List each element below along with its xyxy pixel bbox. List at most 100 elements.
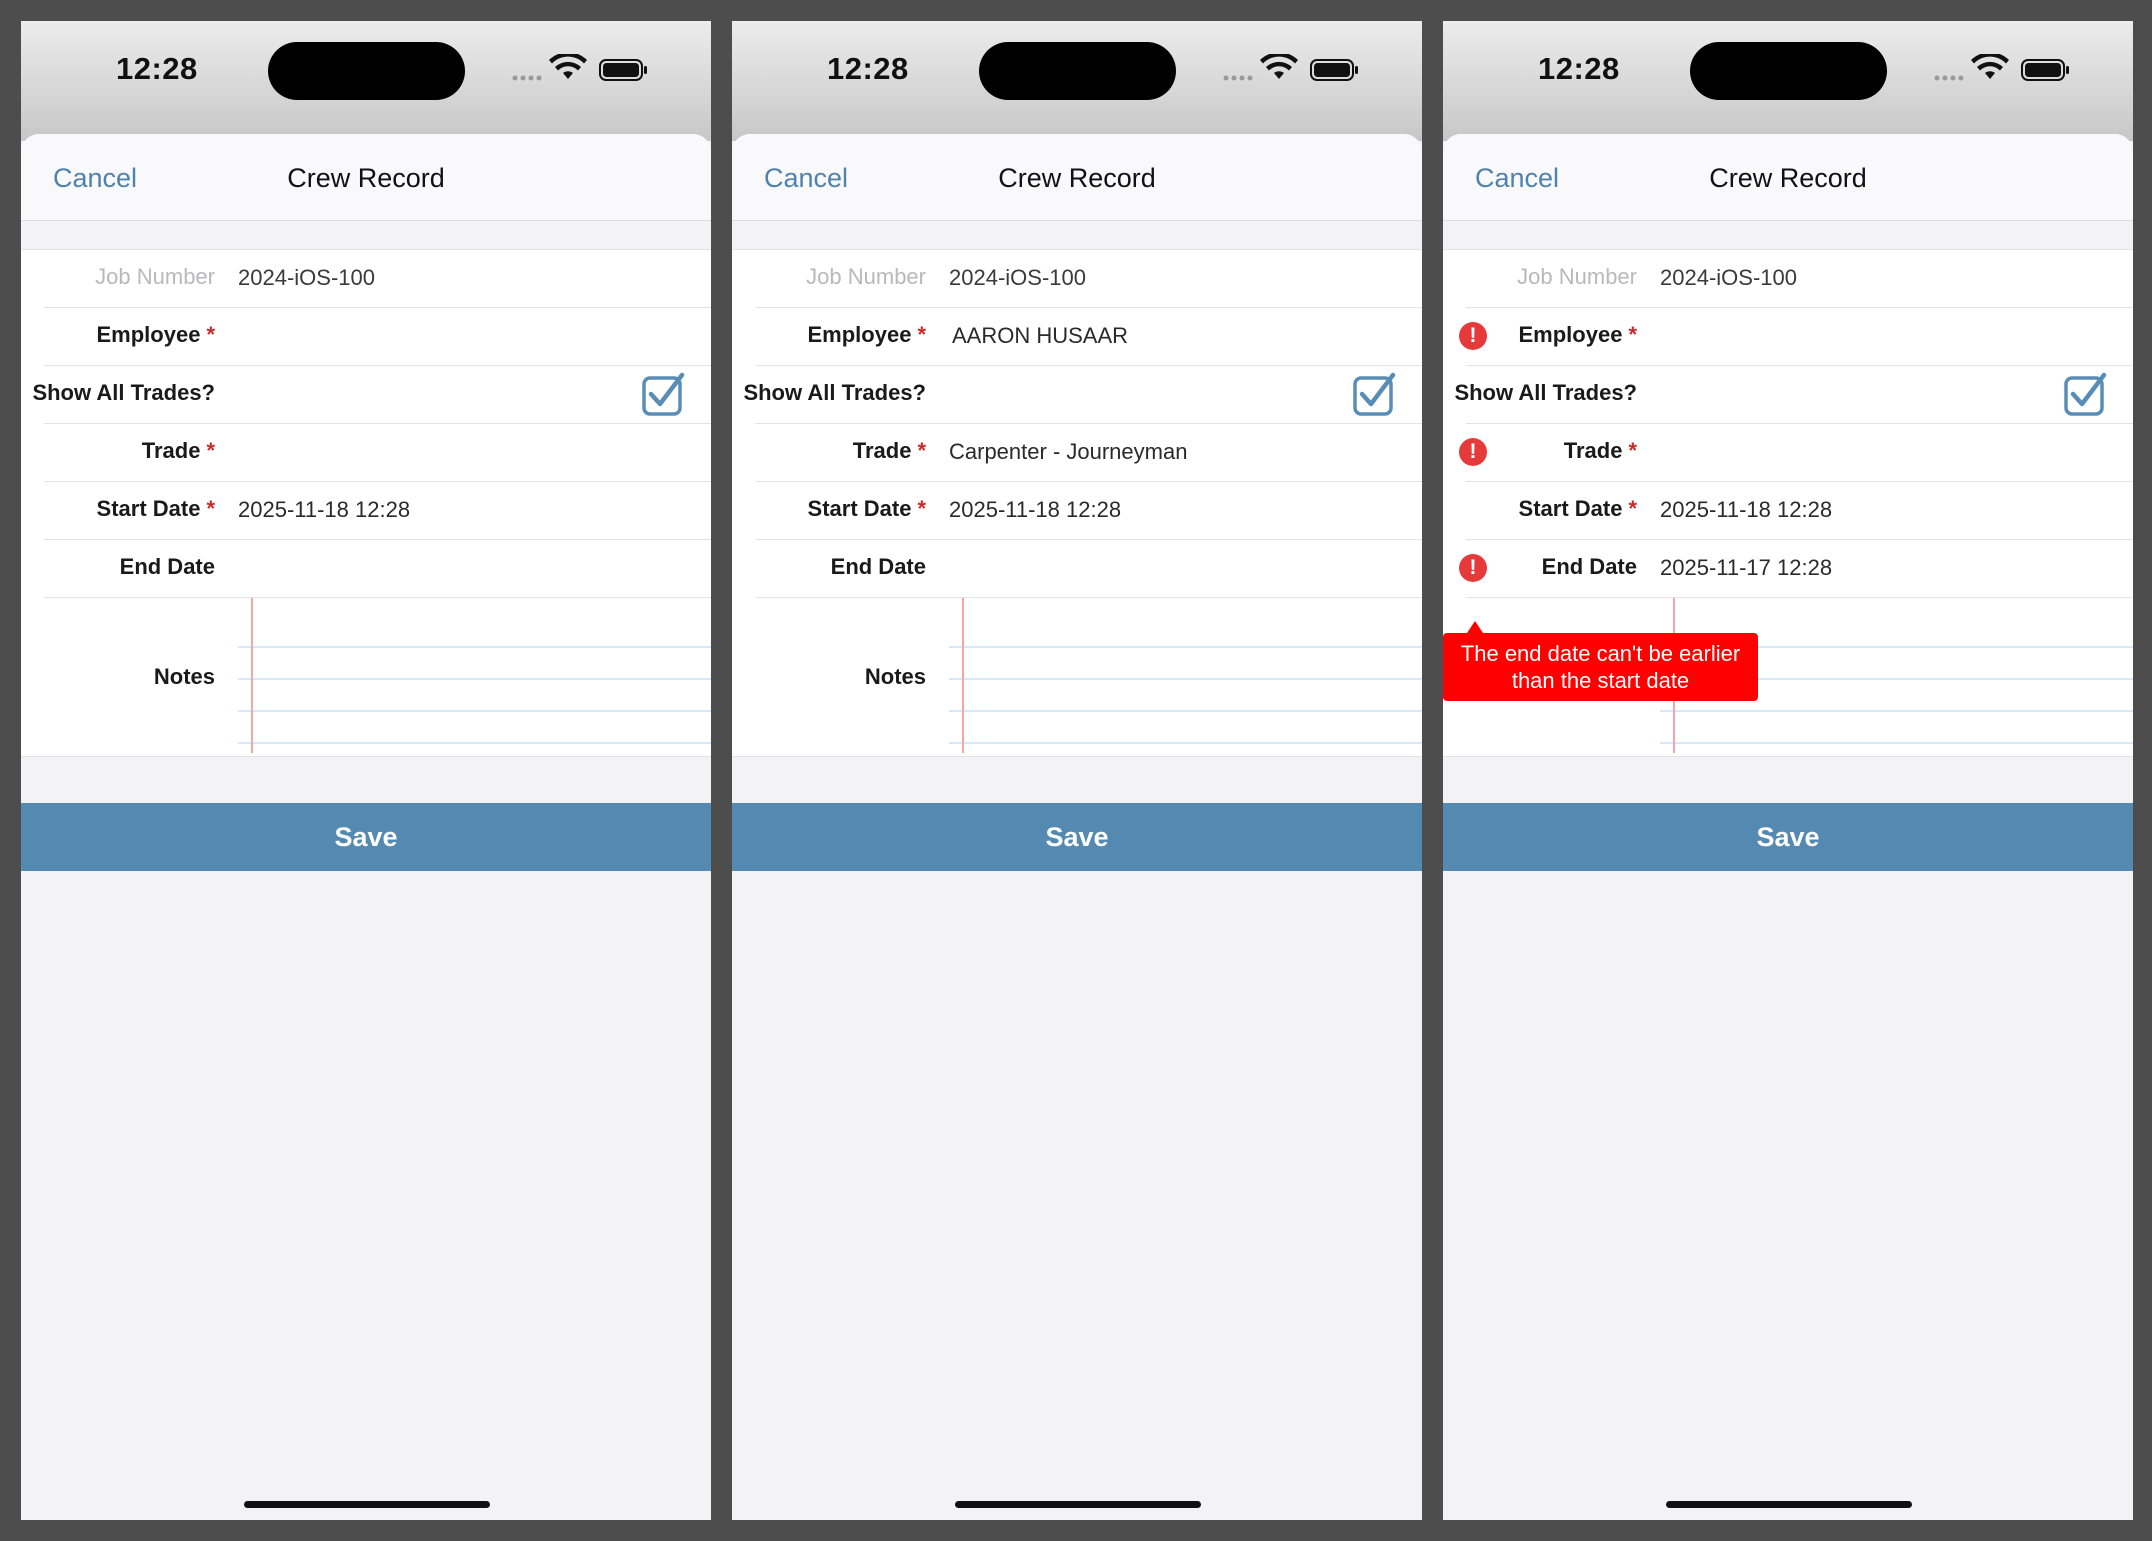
modal-sheet: Cancel Crew Record Job Number 2024-iOS-1… xyxy=(21,134,711,1520)
show-all-trades-label: Show All Trades? xyxy=(743,380,926,405)
row-show-all-trades: Show All Trades? xyxy=(21,366,711,424)
end-date-label: End Date xyxy=(1541,554,1637,579)
crew-form: Job Number 2024-iOS-100 Employee * AARON … xyxy=(732,249,1422,757)
page-title: Crew Record xyxy=(998,163,1156,193)
row-job-number: Job Number 2024-iOS-100 xyxy=(21,250,711,308)
status-icons xyxy=(1223,54,1358,81)
row-job-number: Job Number 2024-iOS-100 xyxy=(732,250,1422,308)
save-button[interactable]: Save xyxy=(21,803,711,871)
row-show-all-trades: Show All Trades? xyxy=(1443,366,2133,424)
required-marker: * xyxy=(206,438,215,463)
notes-margin-line xyxy=(962,598,964,753)
modal-sheet: Cancel Crew Record Job Number 2024-iOS-1… xyxy=(732,134,1422,1520)
required-marker: * xyxy=(1628,496,1637,521)
notes-label: Notes xyxy=(864,664,926,689)
error-tooltip: The end date can't be earlier than the s… xyxy=(1443,633,1758,701)
row-trade[interactable]: Trade * Carpenter - Journeyman xyxy=(732,424,1422,482)
home-indicator xyxy=(955,1501,1201,1508)
start-date-field[interactable]: 2025-11-18 12:28 xyxy=(238,497,410,523)
trade-label: Trade * xyxy=(852,438,926,463)
row-start-date[interactable]: Start Date * 2025-11-18 12:28 xyxy=(1443,482,2133,540)
trade-field[interactable]: Carpenter - Journeyman xyxy=(949,439,1187,465)
end-date-field[interactable]: 2025-11-17 12:28 xyxy=(1660,555,1832,581)
row-end-date[interactable]: End Date xyxy=(732,540,1422,598)
row-employee[interactable]: Employee * AARON HUSAAR xyxy=(732,308,1422,366)
phone-screen-2: 12:28 Cancel Crew Record Job Number 2024… xyxy=(732,21,1422,1520)
row-employee[interactable]: Employee * xyxy=(21,308,711,366)
wifi-icon xyxy=(549,54,587,79)
job-number-label: Job Number xyxy=(1517,264,1637,289)
status-time: 12:28 xyxy=(827,51,909,86)
battery-icon xyxy=(2021,59,2069,81)
nav-bar: Cancel Crew Record xyxy=(1443,134,2133,221)
job-number-value: 2024-iOS-100 xyxy=(238,265,375,290)
row-start-date[interactable]: Start Date * 2025-11-18 12:28 xyxy=(732,482,1422,540)
job-number-value: 2024-iOS-100 xyxy=(949,265,1086,290)
home-indicator xyxy=(1666,1501,1912,1508)
row-trade[interactable]: ! Trade * xyxy=(1443,424,2133,482)
phone-screen-3: 12:28 Cancel Crew Record Job Number 2024… xyxy=(1443,21,2133,1520)
show-all-trades-label: Show All Trades? xyxy=(1454,380,1637,405)
employee-field[interactable]: AARON HUSAAR xyxy=(952,323,1128,349)
status-bar: 12:28 xyxy=(21,21,711,141)
status-bar: 12:28 xyxy=(732,21,1422,141)
show-all-trades-checkbox[interactable] xyxy=(2063,372,2109,418)
save-button[interactable]: Save xyxy=(1443,803,2133,871)
error-tooltip-arrow xyxy=(1467,621,1483,633)
start-date-label: Start Date * xyxy=(807,496,926,521)
start-date-field[interactable]: 2025-11-18 12:28 xyxy=(949,497,1121,523)
home-indicator xyxy=(244,1501,490,1508)
phone-screen-1: 12:28 Cancel Crew Record Job Number 2024… xyxy=(21,21,711,1520)
row-end-date[interactable]: End Date xyxy=(21,540,711,598)
save-button[interactable]: Save xyxy=(732,803,1422,871)
job-number-label: Job Number xyxy=(806,264,926,289)
nav-bar: Cancel Crew Record xyxy=(21,134,711,221)
row-trade[interactable]: Trade * xyxy=(21,424,711,482)
row-end-date[interactable]: ! End Date 2025-11-17 12:28 xyxy=(1443,540,2133,598)
status-bar: 12:28 xyxy=(1443,21,2133,141)
required-marker: * xyxy=(206,496,215,521)
wifi-icon xyxy=(1260,54,1298,79)
notes-margin-line xyxy=(251,598,253,753)
dynamic-island xyxy=(1690,42,1887,100)
exclamation-circle-icon[interactable]: ! xyxy=(1459,322,1487,350)
required-marker: * xyxy=(917,438,926,463)
exclamation-circle-icon[interactable]: ! xyxy=(1459,554,1487,582)
status-icons xyxy=(1934,54,2069,81)
status-icons xyxy=(512,54,647,81)
row-show-all-trades: Show All Trades? xyxy=(732,366,1422,424)
row-start-date[interactable]: Start Date * 2025-11-18 12:28 xyxy=(21,482,711,540)
job-number-value: 2024-iOS-100 xyxy=(1660,265,1797,290)
exclamation-circle-icon[interactable]: ! xyxy=(1459,438,1487,466)
row-job-number: Job Number 2024-iOS-100 xyxy=(1443,250,2133,308)
page-title: Crew Record xyxy=(1709,163,1867,193)
start-date-label: Start Date * xyxy=(96,496,215,521)
end-date-label: End Date xyxy=(119,554,215,579)
battery-icon xyxy=(1310,59,1358,81)
show-all-trades-label: Show All Trades? xyxy=(32,380,215,405)
row-employee[interactable]: ! Employee * xyxy=(1443,308,2133,366)
row-notes: Notes xyxy=(21,598,711,753)
start-date-field[interactable]: 2025-11-18 12:28 xyxy=(1660,497,1832,523)
notes-textarea[interactable] xyxy=(238,598,711,753)
show-all-trades-checkbox[interactable] xyxy=(1352,372,1398,418)
page-title: Crew Record xyxy=(287,163,445,193)
end-date-label: End Date xyxy=(830,554,926,579)
dynamic-island xyxy=(979,42,1176,100)
employee-label: Employee * xyxy=(807,322,927,347)
required-marker: * xyxy=(1628,438,1637,463)
start-date-label: Start Date * xyxy=(1518,496,1637,521)
notes-label: Notes xyxy=(153,664,215,689)
cellular-signal-icon xyxy=(1934,75,1964,81)
job-number-label: Job Number xyxy=(95,264,215,289)
modal-sheet: Cancel Crew Record Job Number 2024-iOS-1… xyxy=(1443,134,2133,1520)
show-all-trades-checkbox[interactable] xyxy=(641,372,687,418)
required-marker: * xyxy=(917,322,926,347)
status-time: 12:28 xyxy=(1538,51,1620,86)
notes-textarea[interactable] xyxy=(949,598,1422,753)
dynamic-island xyxy=(268,42,465,100)
wifi-icon xyxy=(1971,54,2009,79)
employee-label: Employee * xyxy=(96,322,216,347)
battery-icon xyxy=(599,59,647,81)
employee-label: Employee * xyxy=(1518,322,1638,347)
